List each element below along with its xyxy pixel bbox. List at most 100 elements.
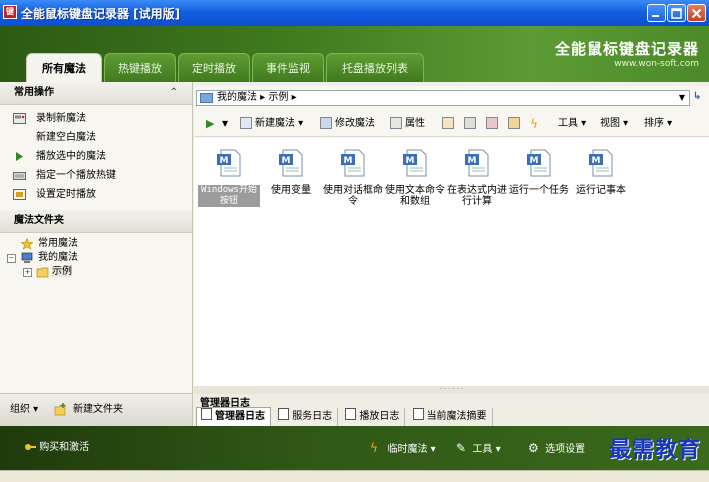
maximize-button[interactable] bbox=[667, 4, 686, 22]
edit-magic-button[interactable]: 修改魔法 bbox=[320, 112, 375, 136]
play-dropdown-icon[interactable]: ▼ bbox=[222, 112, 228, 136]
temp-magic-menu[interactable]: ϟ 临时魔法 ▾ bbox=[370, 426, 436, 470]
tree-item-examples[interactable]: + 示例 bbox=[0, 265, 192, 279]
magic-file-icon: M bbox=[403, 149, 427, 177]
new-folder-button[interactable]: 新建文件夹 bbox=[73, 394, 123, 426]
breadcrumb-my-magic[interactable]: 我的魔法 bbox=[217, 92, 257, 103]
op-play-selected[interactable]: 播放选中的魔法 bbox=[0, 147, 192, 166]
edit-magic-label: 修改魔法 bbox=[335, 118, 375, 129]
svg-text:M: M bbox=[282, 156, 291, 166]
file-item[interactable]: M 使用变量 bbox=[260, 148, 322, 196]
file-item[interactable]: M 运行一个任务 bbox=[508, 148, 570, 196]
collapse-tree-icon[interactable]: − bbox=[7, 254, 16, 263]
expand-tree-icon[interactable]: + bbox=[23, 268, 32, 277]
file-item[interactable]: M 使用文本命令和数组 bbox=[384, 148, 446, 207]
tree-item-my-magic[interactable]: − 我的魔法 bbox=[0, 251, 192, 265]
properties-button[interactable]: 属性 bbox=[390, 112, 425, 136]
file-label: Windows开始按钮 bbox=[198, 185, 260, 207]
tools-menu[interactable]: 工具 ▾ bbox=[558, 112, 586, 136]
log-tab-label: 播放日志 bbox=[359, 411, 400, 422]
edit-icon bbox=[320, 117, 332, 129]
play-icon bbox=[16, 152, 23, 161]
tree-label: 我的魔法 bbox=[38, 252, 78, 263]
temp-magic-label: 临时魔法 bbox=[387, 444, 428, 455]
file-item[interactable]: M 运行记事本 bbox=[570, 148, 632, 196]
file-view: M Windows开始按钮 M 使用变量 M 使用对话框命令 M 使用文本命令和… bbox=[194, 138, 709, 386]
wrench-icon: ✎ bbox=[456, 441, 467, 455]
brand-url: www.won-soft.com bbox=[614, 59, 699, 69]
log-tabs: 管理器日志 服务日志 播放日志 当前魔法摘要 bbox=[196, 407, 493, 426]
tab-all-magic[interactable]: 所有魔法 bbox=[26, 53, 102, 82]
watermark: 最需教育 bbox=[608, 437, 701, 463]
op-label: 新建空白魔法 bbox=[36, 132, 96, 143]
file-label: 使用对话框命令 bbox=[323, 185, 383, 207]
folder-view-icon bbox=[200, 93, 213, 103]
gear-icon: ⚙ bbox=[528, 441, 539, 455]
log-doc-icon bbox=[345, 408, 357, 420]
minimize-button[interactable] bbox=[647, 4, 666, 22]
breadcrumb-examples[interactable]: 示例 bbox=[268, 92, 288, 103]
sort-menu[interactable]: 排序 ▾ bbox=[644, 112, 672, 136]
log-tab-manager[interactable]: 管理器日志 bbox=[196, 407, 271, 426]
keyboard-icon bbox=[13, 172, 26, 180]
tab-tray-playlist[interactable]: 托盘播放列表 bbox=[326, 53, 424, 82]
go-icon[interactable]: ↳ bbox=[693, 91, 701, 102]
window-title: 全能鼠标键盘记录器 [试用版] bbox=[21, 7, 181, 21]
computer-icon bbox=[21, 252, 33, 263]
log-tab-service[interactable]: 服务日志 bbox=[274, 408, 339, 426]
main-area: 我的魔法 ▸ 示例 ▸ ▼ ↳ ▶ ▼ 新建魔法 ▾ 修改魔法 属性 ϟ 工具 … bbox=[194, 86, 709, 426]
tab-hotkey-play[interactable]: 热键播放 bbox=[104, 53, 176, 82]
svg-text:M: M bbox=[344, 156, 353, 166]
tab-event-monitor[interactable]: 事件监视 bbox=[252, 53, 324, 82]
checklist-button[interactable] bbox=[442, 112, 457, 136]
organize-menu[interactable]: 组织 ▾ bbox=[10, 394, 38, 426]
file-item[interactable]: M Windows开始按钮 bbox=[198, 148, 260, 207]
file-label: 使用文本命令和数组 bbox=[385, 185, 445, 207]
op-record-new[interactable]: 录制新魔法 bbox=[0, 109, 192, 128]
svg-text:M: M bbox=[468, 156, 477, 166]
view-menu[interactable]: 视图 ▾ bbox=[600, 112, 628, 136]
tab-timed-play[interactable]: 定时播放 bbox=[178, 53, 250, 82]
bottom-tools-menu[interactable]: ✎ 工具 ▾ bbox=[456, 426, 501, 470]
record-icon bbox=[13, 113, 26, 124]
log-tab-summary[interactable]: 当前魔法摘要 bbox=[409, 408, 493, 426]
print-button[interactable] bbox=[464, 112, 479, 136]
svg-text:M: M bbox=[406, 156, 415, 166]
play-button[interactable]: ▶ bbox=[206, 112, 214, 136]
print-icon bbox=[464, 117, 476, 129]
svg-text:M: M bbox=[530, 156, 539, 166]
splitter-handle[interactable]: · · · · · · bbox=[194, 386, 709, 394]
common-ops-title: 常用操作 bbox=[14, 87, 54, 98]
hotkey-button[interactable] bbox=[508, 112, 523, 136]
log-panel: 管理器日志 管理器日志 服务日志 播放日志 当前魔法摘要 bbox=[194, 394, 709, 426]
left-panel: 常用操作 ⌃ 录制新魔法 新建空白魔法 播放选中的魔法 指定一个播放热键 设置定… bbox=[0, 82, 193, 426]
op-assign-hotkey[interactable]: 指定一个播放热键 bbox=[0, 166, 192, 185]
op-timed-play[interactable]: 设置定时播放 bbox=[0, 185, 192, 204]
magic-file-icon: M bbox=[341, 149, 365, 177]
options-button[interactable]: ⚙ 选项设置 bbox=[528, 426, 585, 470]
folder-tree: 常用魔法 − 我的魔法 + 示例 bbox=[0, 233, 192, 283]
tree-label: 示例 bbox=[52, 266, 72, 277]
buy-activate-button[interactable]: 购买和激活 bbox=[24, 426, 89, 470]
magic-file-icon: M bbox=[465, 149, 489, 177]
common-ops-header[interactable]: 常用操作 ⌃ bbox=[0, 82, 192, 105]
hotkey-icon bbox=[508, 117, 520, 129]
file-label: 在表达式内进行计算 bbox=[447, 185, 507, 207]
collapse-icon[interactable]: ⌃ bbox=[170, 82, 178, 104]
log-tab-playback[interactable]: 播放日志 bbox=[341, 408, 406, 426]
tree-item-favorites[interactable]: 常用魔法 bbox=[0, 237, 192, 251]
record-button[interactable] bbox=[486, 112, 501, 136]
lightning-icon[interactable]: ϟ bbox=[530, 112, 538, 136]
file-item[interactable]: M 在表达式内进行计算 bbox=[446, 148, 508, 207]
file-item[interactable]: M 使用对话框命令 bbox=[322, 148, 384, 207]
close-button[interactable] bbox=[687, 4, 706, 22]
op-new-blank[interactable]: 新建空白魔法 bbox=[0, 128, 192, 147]
address-bar[interactable]: 我的魔法 ▸ 示例 ▸ ▼ bbox=[196, 90, 690, 106]
magic-file-icon: M bbox=[217, 149, 241, 177]
common-ops-list: 录制新魔法 新建空白魔法 播放选中的魔法 指定一个播放热键 设置定时播放 bbox=[0, 105, 192, 210]
address-dropdown-icon[interactable]: ▼ bbox=[679, 91, 685, 105]
magic-folders-title: 魔法文件夹 bbox=[14, 215, 64, 226]
new-magic-button[interactable]: 新建魔法 ▾ bbox=[240, 112, 303, 136]
op-label: 播放选中的魔法 bbox=[36, 151, 106, 162]
file-label: 运行记事本 bbox=[576, 185, 626, 196]
